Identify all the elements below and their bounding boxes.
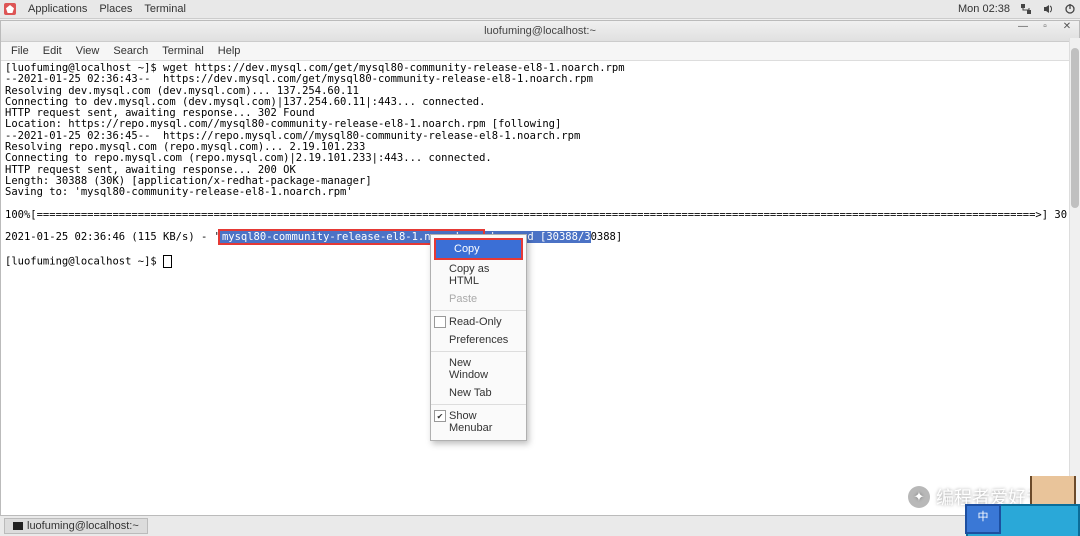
menu-applications[interactable]: Applications xyxy=(28,3,87,15)
cursor xyxy=(163,255,172,268)
menu-search[interactable]: Search xyxy=(107,43,154,59)
prompt-2: [luofuming@localhost ~]$ xyxy=(5,256,163,268)
scrollbar[interactable] xyxy=(1069,38,1080,516)
menu-terminal-m[interactable]: Terminal xyxy=(156,43,210,59)
mascot-box: 中 xyxy=(965,504,1001,534)
save-suffix: 0388] xyxy=(591,231,623,243)
menu-edit[interactable]: Edit xyxy=(37,43,68,59)
menu-sep xyxy=(431,404,526,405)
menu-preferences[interactable]: Preferences xyxy=(431,331,526,349)
taskbar-label: luofuming@localhost:~ xyxy=(27,520,139,532)
menu-file[interactable]: File xyxy=(5,43,35,59)
out-line: Location: https://repo.mysql.com//mysql8… xyxy=(5,118,561,130)
out-line: Resolving dev.mysql.com (dev.mysql.com).… xyxy=(5,85,359,97)
show-menubar-label: Show Menubar xyxy=(449,410,492,434)
menu-copy-html[interactable]: Copy as HTML xyxy=(431,260,526,290)
cmd-wget: wget https://dev.mysql.com/get/mysql80-c… xyxy=(163,62,624,74)
wechat-icon: ✦ xyxy=(908,486,930,508)
out-line: --2021-01-25 02:36:45-- https://repo.mys… xyxy=(5,130,580,142)
prompt-1: [luofuming@localhost ~]$ xyxy=(5,62,163,74)
menu-terminal[interactable]: Terminal xyxy=(144,3,186,15)
out-line: Resolving repo.mysql.com (repo.mysql.com… xyxy=(5,141,365,153)
close-button[interactable]: ✕ xyxy=(1059,21,1075,32)
taskbar: luofuming@localhost:~ xyxy=(0,515,1080,536)
menu-readonly[interactable]: Read-Only xyxy=(431,313,526,331)
menu-help[interactable]: Help xyxy=(212,43,247,59)
out-line: Connecting to dev.mysql.com (dev.mysql.c… xyxy=(5,96,485,108)
window-controls: — ▫ ✕ xyxy=(1015,21,1075,32)
out-line: Length: 30388 (30K) [application/x-redha… xyxy=(5,175,372,187)
window-title: luofuming@localhost:~ xyxy=(484,25,596,37)
maximize-button[interactable]: ▫ xyxy=(1037,21,1053,32)
menubar-checkbox[interactable]: ✔ xyxy=(434,410,446,422)
minimize-button[interactable]: — xyxy=(1015,21,1031,32)
out-line: Connecting to repo.mysql.com (repo.mysql… xyxy=(5,152,492,164)
mascot-image: 中 xyxy=(965,476,1080,536)
out-line: HTTP request sent, awaiting response... … xyxy=(5,164,296,176)
window-titlebar[interactable]: luofuming@localhost:~ — ▫ ✕ xyxy=(1,21,1079,42)
save-prefix: 2021-01-25 02:36:46 (115 KB/s) - ' xyxy=(5,231,220,243)
progress-fill: ========================================… xyxy=(37,209,1042,221)
terminal-window: luofuming@localhost:~ — ▫ ✕ File Edit Vi… xyxy=(0,20,1080,516)
out-line: Saving to: 'mysql80-community-release-el… xyxy=(5,186,353,198)
menu-new-window[interactable]: New Window xyxy=(431,354,526,384)
menu-paste: Paste xyxy=(431,290,526,308)
menu-show-menubar[interactable]: ✔Show Menubar xyxy=(431,407,526,437)
window-menubar: File Edit View Search Terminal Help xyxy=(1,42,1079,61)
menu-view[interactable]: View xyxy=(70,43,106,59)
menu-places[interactable]: Places xyxy=(99,3,132,15)
taskbar-terminal-button[interactable]: luofuming@localhost:~ xyxy=(4,518,148,534)
out-line: HTTP request sent, awaiting response... … xyxy=(5,107,315,119)
progress-left: 100%[ xyxy=(5,209,37,221)
scrollbar-thumb[interactable] xyxy=(1071,48,1079,208)
readonly-checkbox[interactable] xyxy=(434,316,446,328)
network-icon[interactable] xyxy=(1020,3,1032,15)
gnome-icon[interactable] xyxy=(4,3,16,15)
volume-icon[interactable] xyxy=(1042,3,1054,15)
context-menu: Copy Copy as HTML Paste Read-Only Prefer… xyxy=(430,234,527,441)
menu-sep xyxy=(431,351,526,352)
terminal-output[interactable]: [luofuming@localhost ~]$ wget https://de… xyxy=(1,61,1079,515)
out-line: --2021-01-25 02:36:43-- https://dev.mysq… xyxy=(5,73,593,85)
terminal-icon xyxy=(13,522,23,530)
menu-sep xyxy=(431,310,526,311)
topbar-left: Applications Places Terminal xyxy=(4,3,186,15)
readonly-label: Read-Only xyxy=(449,316,502,328)
power-icon[interactable] xyxy=(1064,3,1076,15)
menu-new-tab[interactable]: New Tab xyxy=(431,384,526,402)
topbar-right: Mon 02:38 xyxy=(958,3,1076,15)
menu-copy[interactable]: Copy xyxy=(434,238,523,260)
gnome-topbar: Applications Places Terminal Mon 02:38 xyxy=(0,0,1080,19)
clock[interactable]: Mon 02:38 xyxy=(958,3,1010,15)
